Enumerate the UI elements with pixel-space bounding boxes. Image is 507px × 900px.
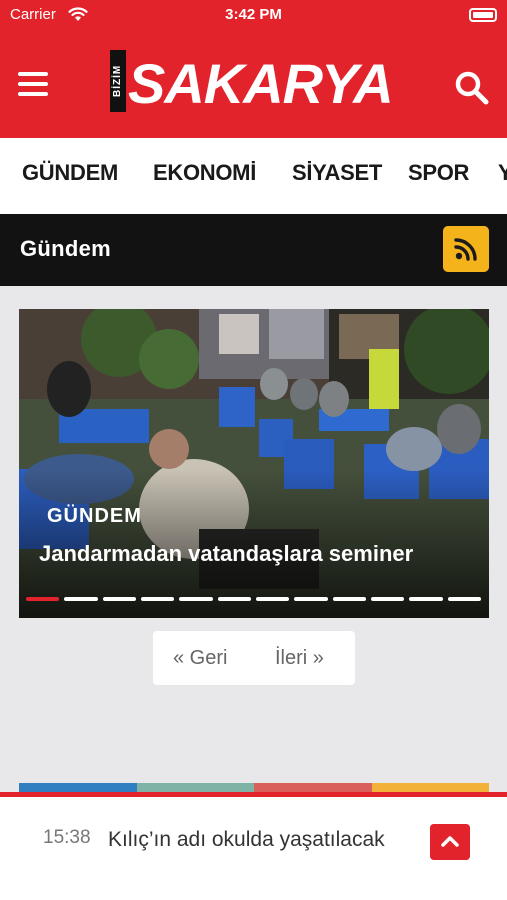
category-nav: GÜNDEM EKONOMİ SİYASET SPOR Y	[0, 138, 507, 214]
category-tab-siyaset[interactable]: SİYASET	[292, 160, 382, 186]
logo-small-text: BİZİM	[110, 50, 126, 112]
prev-button[interactable]: « Geri	[173, 647, 227, 670]
slide-headline[interactable]: Jandarmadan vatandaşlara seminer	[39, 541, 413, 567]
stripe-segment	[371, 783, 489, 792]
slide-dot[interactable]	[409, 597, 443, 601]
hamburger-menu-icon[interactable]	[18, 72, 48, 98]
slide-dot[interactable]	[26, 597, 60, 601]
rss-icon[interactable]	[443, 226, 489, 272]
clock: 3:42 PM	[225, 6, 282, 23]
category-tab-gundem[interactable]: GÜNDEM	[22, 160, 118, 186]
slide-dot[interactable]	[371, 597, 405, 601]
app-header: Carrier 3:42 PM BİZİM SAKARYA	[0, 0, 507, 138]
next-button[interactable]: İleri »	[275, 647, 324, 670]
logo-main-text: SAKARYA	[128, 52, 394, 115]
category-tab-ekonomi[interactable]: EKONOMİ	[153, 160, 256, 186]
ticker-time: 15:38	[43, 827, 91, 848]
headline-slider[interactable]: GÜNDEM Jandarmadan vatandaşlara seminer	[19, 309, 489, 618]
color-stripe	[19, 783, 489, 792]
app-screen: Carrier 3:42 PM BİZİM SAKARYA GÜNDEM EKO…	[0, 0, 507, 900]
slide-dot[interactable]	[102, 597, 136, 601]
slide-indicator	[26, 597, 486, 602]
ticker-headline[interactable]: Kılıç’ın adı okulda yaşatılacak	[108, 825, 408, 855]
section-header: Gündem	[0, 214, 507, 286]
search-icon[interactable]	[452, 68, 492, 108]
stripe-segment	[254, 783, 372, 792]
stripe-segment	[19, 783, 137, 792]
slide-dot[interactable]	[217, 597, 251, 601]
section-title: Gündem	[20, 236, 112, 261]
slide-dot[interactable]	[141, 597, 175, 601]
status-bar: Carrier 3:42 PM	[0, 0, 507, 30]
slide-dot[interactable]	[447, 597, 481, 601]
chevron-up-icon[interactable]	[430, 824, 470, 860]
slider-pager: « Geri İleri »	[153, 631, 355, 685]
slide-dot[interactable]	[64, 597, 98, 601]
category-tab-spor[interactable]: SPOR	[408, 160, 469, 186]
slide-dot[interactable]	[294, 597, 328, 601]
category-tab-next[interactable]: Y	[498, 160, 507, 186]
slide-dot[interactable]	[179, 597, 213, 601]
slide-dot[interactable]	[256, 597, 290, 601]
brand-logo[interactable]: BİZİM SAKARYA	[110, 48, 394, 120]
slide-dot[interactable]	[332, 597, 366, 601]
battery-icon	[469, 8, 497, 22]
slide-category: GÜNDEM	[47, 505, 142, 527]
stripe-segment	[136, 783, 254, 792]
